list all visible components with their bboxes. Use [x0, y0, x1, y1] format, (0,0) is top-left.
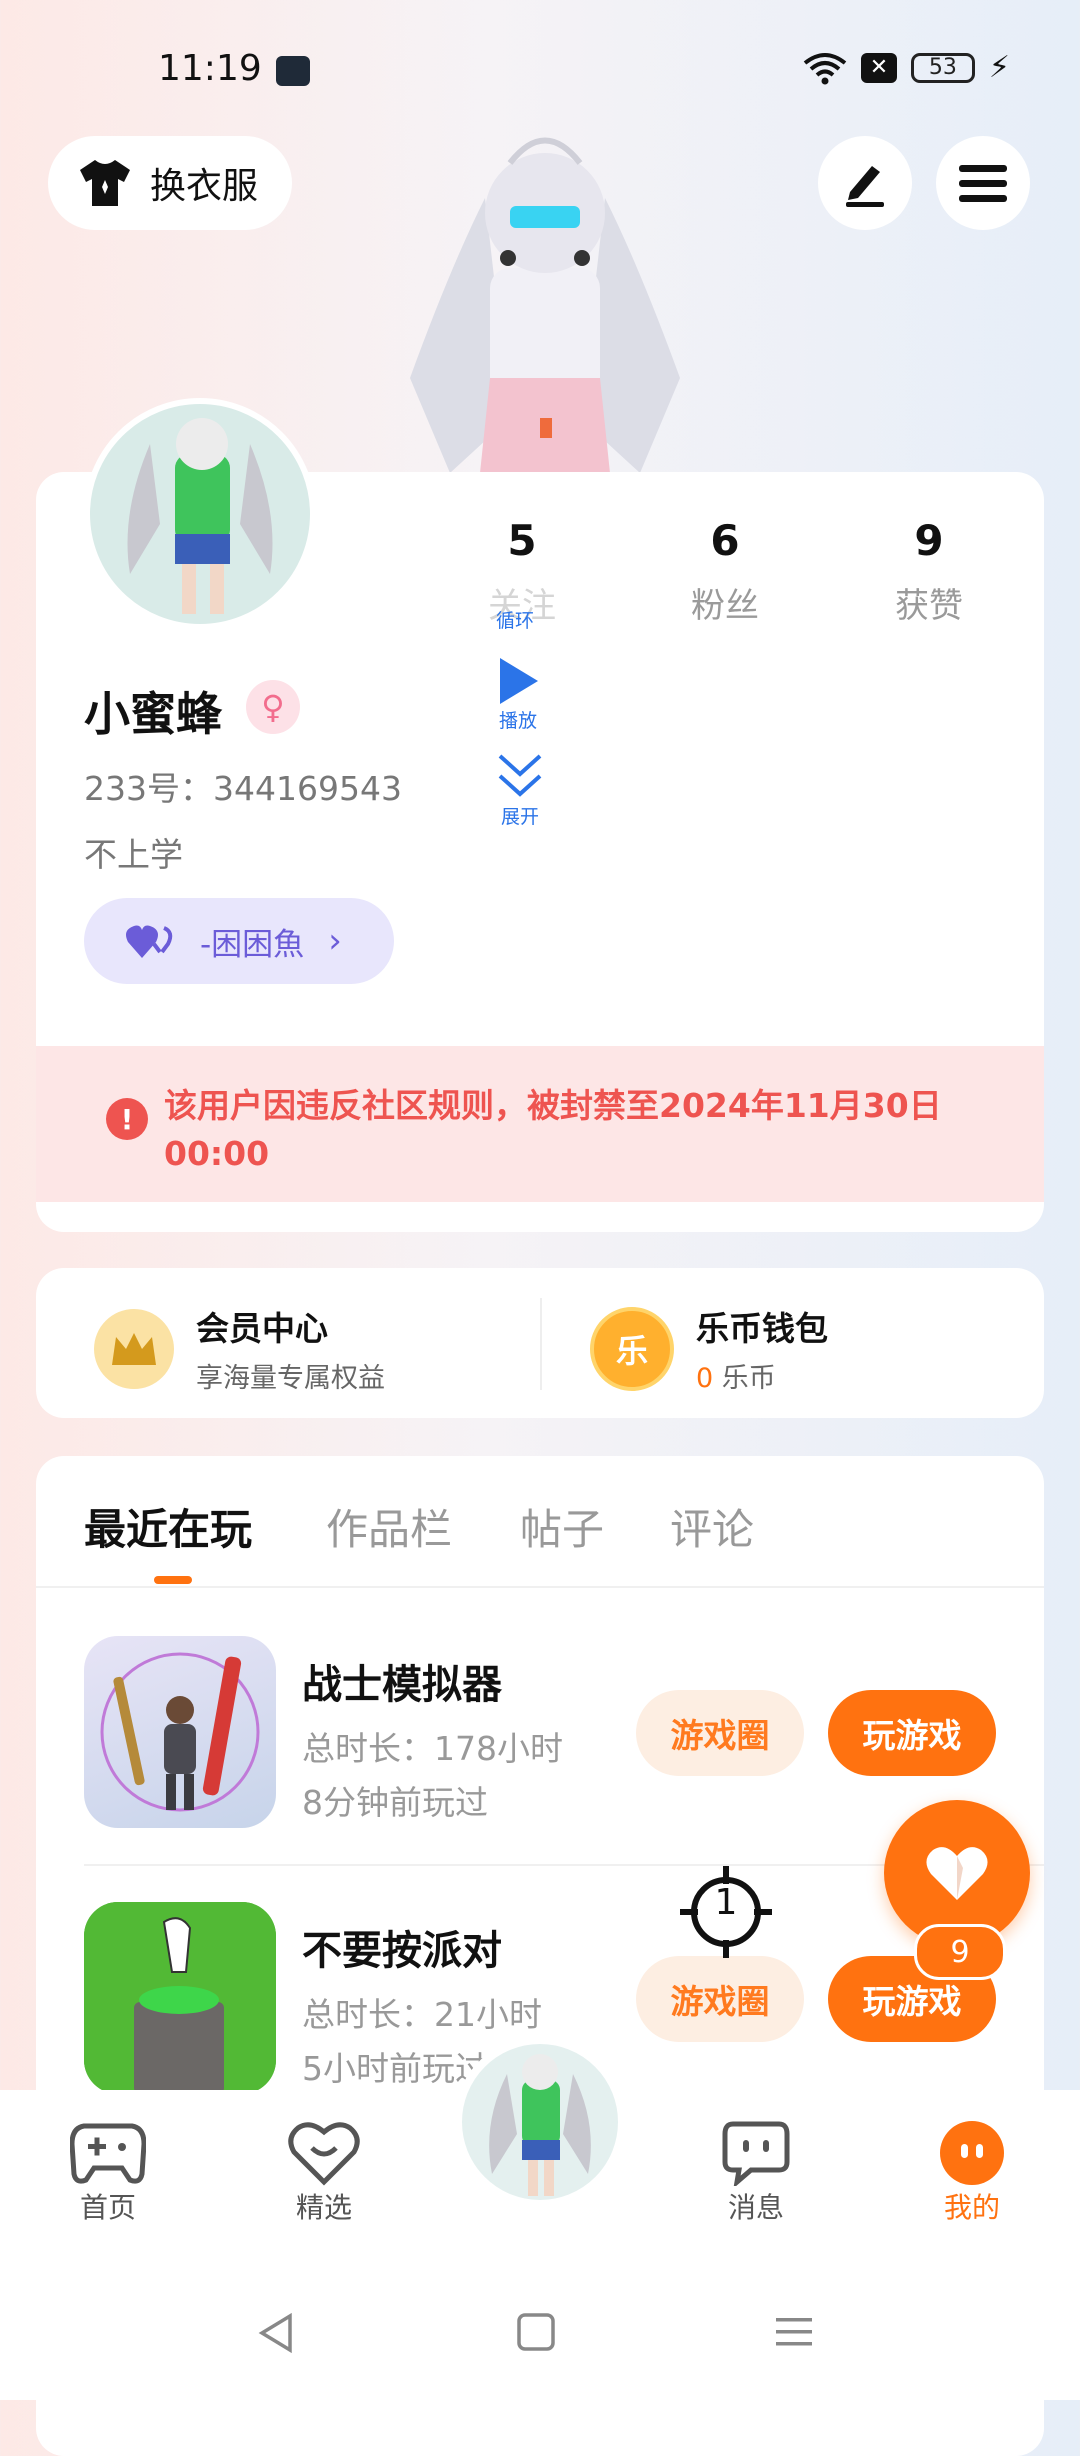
wallet-divider	[540, 1298, 542, 1390]
change-outfit-button[interactable]: 换衣服	[48, 136, 292, 230]
coin-unit: 乐币	[721, 1363, 776, 1394]
tab-comments[interactable]: 评论	[670, 1496, 754, 1557]
crown-icon	[94, 1308, 174, 1389]
likes-count[interactable]: 9	[869, 516, 989, 565]
game-duration: 总时长：178小时	[302, 1729, 563, 1768]
followers-count[interactable]: 6	[665, 516, 785, 565]
game-icon-warrior-simulator[interactable]	[84, 1636, 276, 1828]
nav-featured[interactable]: 精选	[264, 2120, 384, 2226]
hamburger-icon	[959, 165, 1007, 202]
guild-badge[interactable]: -困困魚 ›	[84, 898, 394, 984]
following-count[interactable]: 5	[462, 516, 582, 565]
member-center-title: 会员中心	[196, 1309, 328, 1348]
face-icon	[940, 2121, 1004, 2185]
tabs-divider	[36, 1586, 1044, 1588]
app-notification-icon	[276, 56, 310, 86]
nav-messages[interactable]: 消息	[696, 2120, 816, 2226]
double-chevron-down-icon	[498, 754, 542, 797]
chat-bubble-icon	[722, 2121, 790, 2186]
avatar-character[interactable]	[390, 118, 700, 473]
loop-control[interactable]: 循环	[496, 606, 534, 633]
nav-messages-label: 消息	[727, 2191, 784, 2224]
chevron-right-icon: ›	[328, 921, 342, 961]
coin-icon: 乐	[590, 1306, 674, 1391]
change-outfit-label: 换衣服	[150, 166, 259, 207]
guild-name: -困困魚	[200, 926, 305, 963]
nav-featured-label: 精选	[295, 2191, 352, 2224]
coin-wallet[interactable]: 乐 乐币钱包 0 乐币	[590, 1302, 828, 1395]
female-gender-icon: ♀	[246, 680, 300, 734]
username: 小蜜蜂	[84, 687, 222, 741]
heart-badge-icon	[288, 2122, 360, 2186]
tshirt-icon	[80, 160, 130, 206]
coin-balance: 0 乐币	[696, 1356, 828, 1395]
game-title[interactable]: 战士模拟器	[302, 1652, 502, 1710]
tab-indicator	[154, 1576, 192, 1584]
nav-home[interactable]: 首页	[48, 2120, 168, 2226]
crosshair-label: 1	[714, 1882, 738, 1923]
loop-label: 循环	[496, 610, 535, 632]
coin-amount: 0	[696, 1363, 714, 1394]
user-id: 233号：344169543	[84, 769, 402, 808]
like-count-badge: 9	[914, 1924, 1006, 1980]
game-circle-button[interactable]: 游戏圈	[636, 1690, 804, 1776]
hearts-icon	[126, 925, 173, 958]
game-title[interactable]: 不要按派对	[302, 1918, 502, 1976]
menu-button[interactable]	[936, 136, 1030, 230]
ban-notice-text: 该用户因违反社区规则，被封禁至2024年11月30日 00:00	[164, 1086, 942, 1173]
wifi-icon	[803, 52, 847, 84]
game-duration: 总时长：21小时	[302, 1995, 542, 2034]
user-bio: 不上学	[84, 835, 183, 874]
charging-icon: ⚡	[988, 50, 1010, 85]
pen-icon	[846, 166, 884, 207]
home-square-icon[interactable]	[516, 2312, 556, 2352]
tab-posts[interactable]: 帖子	[520, 1496, 604, 1557]
alert-icon: !	[106, 1098, 148, 1140]
recents-icon[interactable]	[774, 2312, 814, 2352]
edit-profile-button[interactable]	[818, 136, 912, 230]
tab-recently-played[interactable]: 最近在玩	[84, 1496, 252, 1557]
member-center-subtitle: 享海量专属权益	[196, 1363, 385, 1394]
coin-wallet-title: 乐币钱包	[696, 1309, 828, 1348]
profile-avatar[interactable]	[84, 398, 316, 630]
expand-label: 展开	[500, 806, 539, 828]
nav-me-label: 我的	[943, 2191, 1000, 2224]
game-last-played: 5小时前玩过	[302, 2049, 488, 2088]
gamepad-icon	[70, 2123, 146, 2184]
sim-blocked-icon: ✕	[860, 52, 897, 83]
member-center[interactable]: 会员中心 享海量专属权益	[94, 1302, 385, 1395]
ban-notice: ! 该用户因违反社区规则，被封禁至2024年11月30日 00:00	[36, 1046, 1044, 1202]
nav-avatar-button[interactable]	[454, 2036, 626, 2208]
status-icons: ✕ 53 ⚡	[803, 50, 1010, 85]
play-game-button[interactable]: 玩游戏	[828, 1690, 996, 1776]
play-label: 播放	[498, 710, 537, 732]
play-control[interactable]: 播放	[496, 656, 540, 733]
tab-works[interactable]: 作品栏	[326, 1496, 452, 1557]
likes-label[interactable]: 获赞	[869, 578, 989, 627]
game-icon-dont-press-party[interactable]	[84, 1902, 276, 2094]
back-icon[interactable]	[256, 2312, 298, 2354]
heart-icon	[926, 1847, 988, 1900]
followers-label[interactable]: 粉丝	[665, 578, 785, 627]
game-last-played: 8分钟前玩过	[302, 1783, 488, 1822]
battery-icon: 53	[910, 52, 975, 83]
game-circle-button[interactable]: 游戏圈	[636, 1956, 804, 2042]
play-icon	[500, 658, 538, 704]
nav-home-label: 首页	[79, 2191, 136, 2224]
status-time: 11:19	[158, 48, 262, 89]
expand-control[interactable]: 展开	[496, 752, 544, 829]
nav-me[interactable]: 我的	[912, 2120, 1032, 2226]
